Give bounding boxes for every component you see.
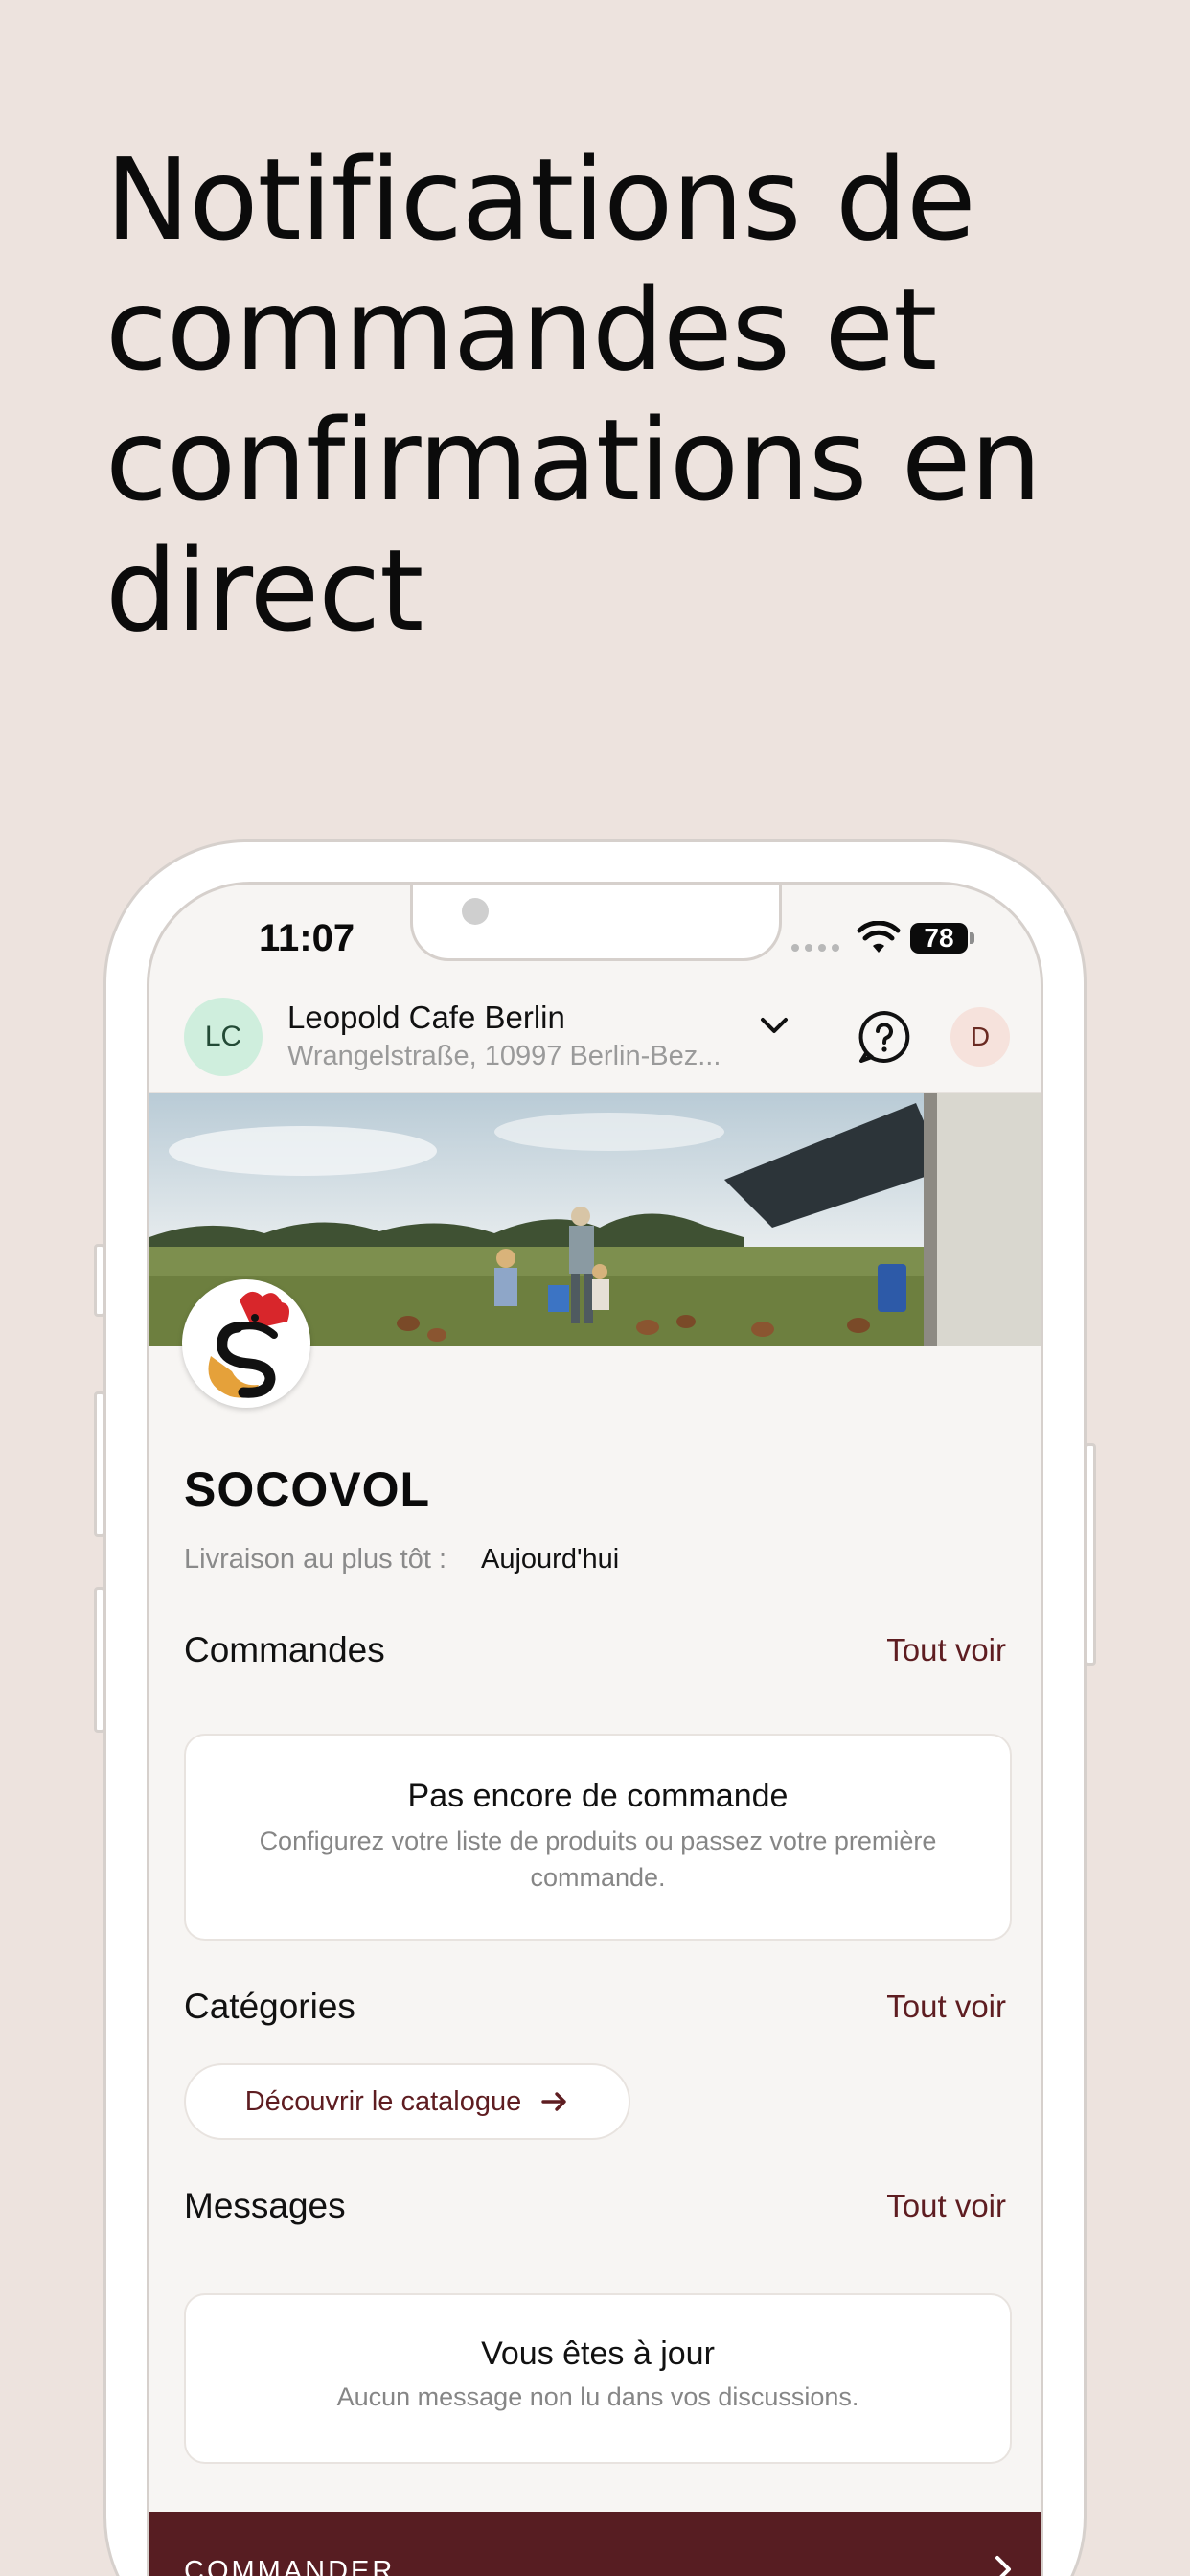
discover-catalog-button[interactable]: Découvrir le catalogue <box>184 2063 630 2140</box>
shop-name[interactable]: Leopold Cafe Berlin <box>287 1000 565 1036</box>
phone-screen: 11:07 78 LC Leopold Cafe Berlin Wrangels… <box>147 882 1043 2576</box>
phone-power-button <box>1085 1443 1096 1666</box>
chevron-down-icon[interactable] <box>757 1011 791 1040</box>
messages-empty-text: Aucun message non lu dans vos discussion… <box>336 2382 859 2411</box>
order-button[interactable]: COMMANDER <box>149 2512 1041 2576</box>
app-store-screenshot: Notifications de commandes et confirmati… <box>0 0 1190 2576</box>
orders-section-title: Commandes <box>184 1630 385 1669</box>
orders-empty-card: Pas encore de commande Configurez votre … <box>184 1734 1012 1941</box>
orders-empty-title: Pas encore de commande <box>407 1778 789 1814</box>
battery-tip <box>970 932 974 944</box>
help-icon[interactable] <box>857 1009 912 1065</box>
status-time: 11:07 <box>259 917 355 959</box>
supplier-name: SOCOVOL <box>184 1462 431 1516</box>
orders-empty-text: Configurez votre liste de produits ou pa… <box>259 1827 937 1892</box>
messages-section-title: Messages <box>184 2186 346 2225</box>
delivery-value: Aujourd'hui <box>481 1544 620 1575</box>
phone-volume-up <box>94 1392 105 1537</box>
phone-mute-switch <box>94 1244 105 1317</box>
phone-notch <box>410 885 782 961</box>
phone-volume-down <box>94 1587 105 1733</box>
camera-dot <box>462 898 489 925</box>
delivery-label: Livraison au plus tôt : <box>184 1544 447 1575</box>
arrow-right-icon <box>541 2092 566 2111</box>
chevron-right-icon <box>995 2556 1011 2576</box>
signal-icon <box>791 944 839 952</box>
user-avatar[interactable]: D <box>950 1007 1010 1067</box>
categories-section-title: Catégories <box>184 1987 355 2026</box>
order-button-label: COMMANDER <box>184 2556 396 2576</box>
messages-see-all-link[interactable]: Tout voir <box>886 2188 1006 2224</box>
wifi-icon <box>857 921 901 953</box>
battery-indicator: 78 <box>910 923 968 954</box>
orders-see-all-link[interactable]: Tout voir <box>886 1632 1006 1668</box>
supplier-logo <box>182 1279 310 1408</box>
discover-catalog-label: Découvrir le catalogue <box>244 2085 522 2117</box>
categories-see-all-link[interactable]: Tout voir <box>886 1989 1006 2025</box>
marketing-headline: Notifications de commandes et confirmati… <box>105 133 1041 656</box>
shop-address: Wrangelstraße, 10997 Berlin-Bez... <box>287 1041 721 1071</box>
shop-avatar[interactable]: LC <box>184 998 263 1076</box>
messages-empty-card: Vous êtes à jour Aucun message non lu da… <box>184 2293 1012 2464</box>
messages-empty-title: Vous êtes à jour <box>481 2335 715 2372</box>
